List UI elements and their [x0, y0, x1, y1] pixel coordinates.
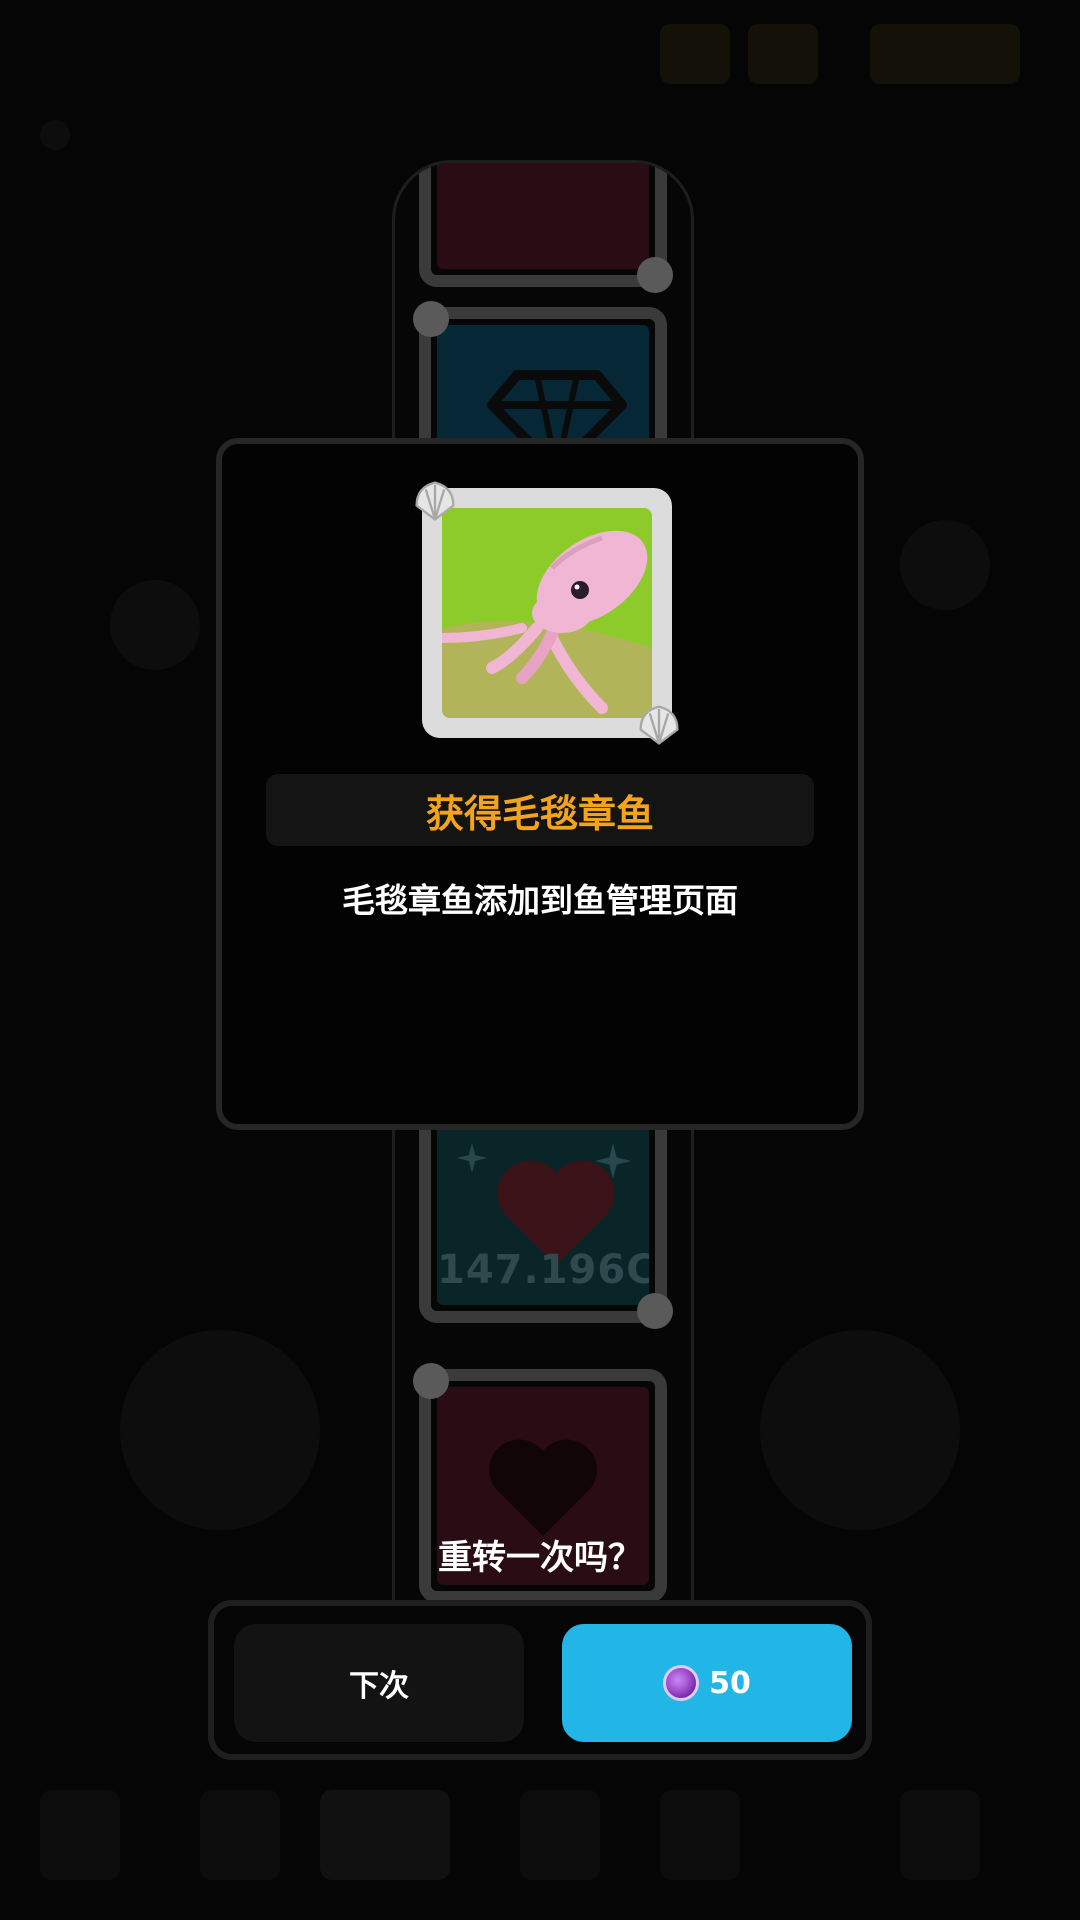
- prize-title: 获得毛毯章鱼: [266, 774, 814, 846]
- background-top-icon: [748, 24, 818, 84]
- heart-icon: [488, 1439, 598, 1536]
- background-decoration: [40, 120, 70, 150]
- sparkle-icon: [457, 1143, 487, 1173]
- sparkle-icon: [595, 1143, 631, 1179]
- next-time-button[interactable]: 下次: [234, 1624, 524, 1742]
- respin-button[interactable]: 50: [562, 1624, 852, 1742]
- shell-icon: [415, 481, 455, 521]
- background-decoration: [120, 1330, 320, 1530]
- background-tab: [660, 1790, 740, 1880]
- shell-icon: [637, 257, 673, 293]
- respin-cost: 50: [709, 1665, 751, 1701]
- prize-card: [415, 481, 679, 745]
- background-tab: [200, 1790, 280, 1880]
- action-bar: 下次 50: [208, 1600, 872, 1760]
- background-decoration: [900, 520, 990, 610]
- background-tab: [520, 1790, 600, 1880]
- next-time-label: 下次: [349, 1669, 409, 1704]
- reward-modal: 获得毛毯章鱼 毛毯章鱼添加到鱼管理页面: [216, 438, 864, 1130]
- background-tab: [40, 1790, 120, 1880]
- shell-icon: [639, 705, 679, 745]
- pearl-icon: [663, 1665, 700, 1701]
- prize-description: 毛毯章鱼添加到鱼管理页面: [342, 881, 738, 920]
- shell-icon: [413, 301, 449, 337]
- reel-card-heart: [419, 163, 673, 293]
- background-top-icon: [660, 24, 730, 84]
- shell-icon: [413, 1363, 449, 1399]
- respin-question: 重转一次吗？: [438, 1538, 642, 1578]
- background-decoration: [760, 1330, 960, 1530]
- reel-card-heart-amount: 147.196CB: [419, 1123, 673, 1329]
- background-tab: [320, 1790, 450, 1880]
- background-decoration: [110, 580, 200, 670]
- background-top-icon: [870, 24, 1020, 84]
- reel-amount: 147.196CB: [437, 1247, 649, 1293]
- background-tab: [900, 1790, 980, 1880]
- shell-icon: [637, 1293, 673, 1329]
- octopus-icon: [442, 508, 652, 718]
